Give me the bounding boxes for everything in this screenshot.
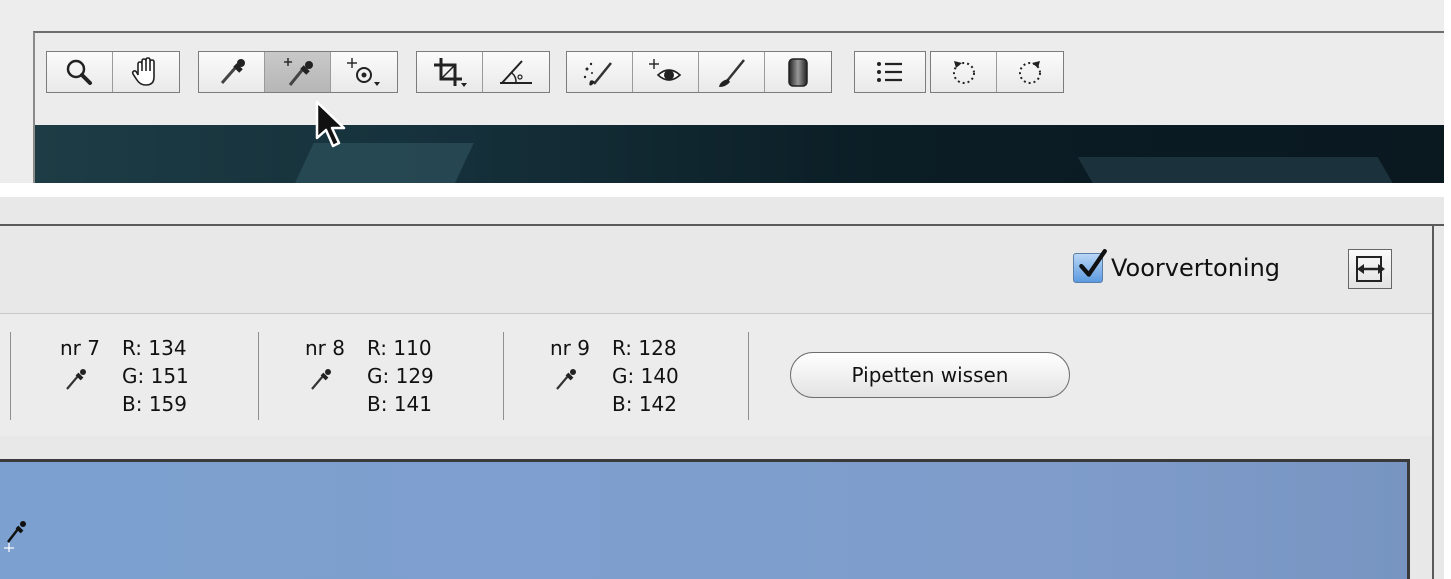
color-sampler-bar: nr 7 R: 134 G: 151 B: 159 nr 8 R: 110 G:… [0, 313, 1432, 436]
red-eye-tool-button[interactable] [633, 52, 699, 92]
sampler-marker-icon[interactable] [4, 512, 30, 552]
straighten-icon [500, 60, 532, 84]
bottom-panel: Voorvertoning nr 7 R: 134 G: 151 B: 159 … [0, 197, 1444, 579]
geometry-tools-group [416, 51, 550, 93]
separator [10, 332, 11, 420]
retouch-tools-group [566, 51, 832, 93]
sampler-red: R: 128 [612, 336, 677, 360]
sampler-number: nr 7 [60, 336, 100, 360]
sampler-green: G: 151 [122, 364, 189, 388]
sampler-blue: B: 141 [367, 392, 432, 416]
sampler-9: nr 9 R: 128 G: 140 B: 142 [550, 334, 750, 424]
eyedropper-icon [311, 369, 331, 390]
sampler-green: G: 129 [367, 364, 434, 388]
before-after-toggle-button[interactable] [1348, 249, 1392, 289]
hand-icon [131, 57, 155, 86]
target-adjust-icon [347, 58, 380, 86]
sampler-number: nr 9 [550, 336, 590, 360]
preview-label: Voorvertoning [1111, 254, 1281, 282]
color-sampler-tool-button[interactable] [265, 52, 331, 92]
sampler-number: nr 8 [305, 336, 345, 360]
sampler-red: R: 110 [367, 336, 432, 360]
mouse-cursor-icon [315, 100, 346, 148]
rotate-ccw-icon [952, 61, 975, 84]
crop-tool-button[interactable] [417, 52, 483, 92]
editor-window-top [33, 31, 1444, 183]
sampler-8: nr 8 R: 110 G: 129 B: 141 [305, 334, 505, 424]
sampler-7: nr 7 R: 134 G: 151 B: 159 [60, 334, 260, 424]
before-after-toggle-icon [1356, 256, 1385, 282]
prefs-tools-group [854, 51, 926, 93]
view-tools-group [46, 51, 180, 93]
rotate-right-tool-button[interactable] [997, 52, 1063, 92]
sampling-tools-group [198, 51, 398, 93]
spot-removal-icon [583, 62, 612, 86]
checkmark-icon [1079, 249, 1107, 277]
hand-tool-button[interactable] [113, 52, 179, 92]
separator [258, 332, 259, 420]
rotate-cw-icon [1019, 61, 1041, 84]
eyedropper-icon [66, 369, 86, 390]
top-panel [0, 0, 1444, 183]
white-balance-tool-button[interactable] [199, 52, 265, 92]
graduated-filter-tool-button[interactable] [765, 52, 831, 92]
rotate-tools-group [930, 51, 1064, 93]
crop-icon [433, 58, 467, 87]
adjustment-brush-tool-button[interactable] [699, 52, 765, 92]
magnifier-icon [66, 59, 92, 85]
eyedropper-icon [220, 59, 245, 84]
preview-checkbox-box[interactable] [1073, 249, 1107, 283]
list-icon [877, 62, 902, 82]
straighten-tool-button[interactable] [483, 52, 549, 92]
clear-samplers-button[interactable]: Pipetten wissen [790, 352, 1070, 398]
gradient-icon [788, 58, 808, 87]
sampler-red: R: 134 [122, 336, 187, 360]
sampler-blue: B: 142 [612, 392, 677, 416]
separator [748, 332, 749, 420]
targeted-adjustment-tool-button[interactable] [331, 52, 397, 92]
preferences-tool-button[interactable] [855, 52, 925, 92]
sampler-green: G: 140 [612, 364, 679, 388]
sampler-blue: B: 159 [122, 392, 187, 416]
zoom-tool-button[interactable] [47, 52, 113, 92]
spot-removal-tool-button[interactable] [567, 52, 633, 92]
separator [503, 332, 504, 420]
red-eye-icon [648, 59, 681, 81]
window-frame-top [0, 224, 1444, 226]
preview-checkbox[interactable]: Voorvertoning [1073, 249, 1281, 283]
rotate-left-tool-button[interactable] [931, 52, 997, 92]
color-sampler-icon [283, 58, 313, 86]
window-frame-right [1432, 224, 1434, 579]
brush-icon [718, 59, 745, 87]
eyedropper-icon [556, 369, 576, 390]
image-canvas-top [35, 125, 1444, 183]
image-canvas-bottom [0, 459, 1410, 579]
